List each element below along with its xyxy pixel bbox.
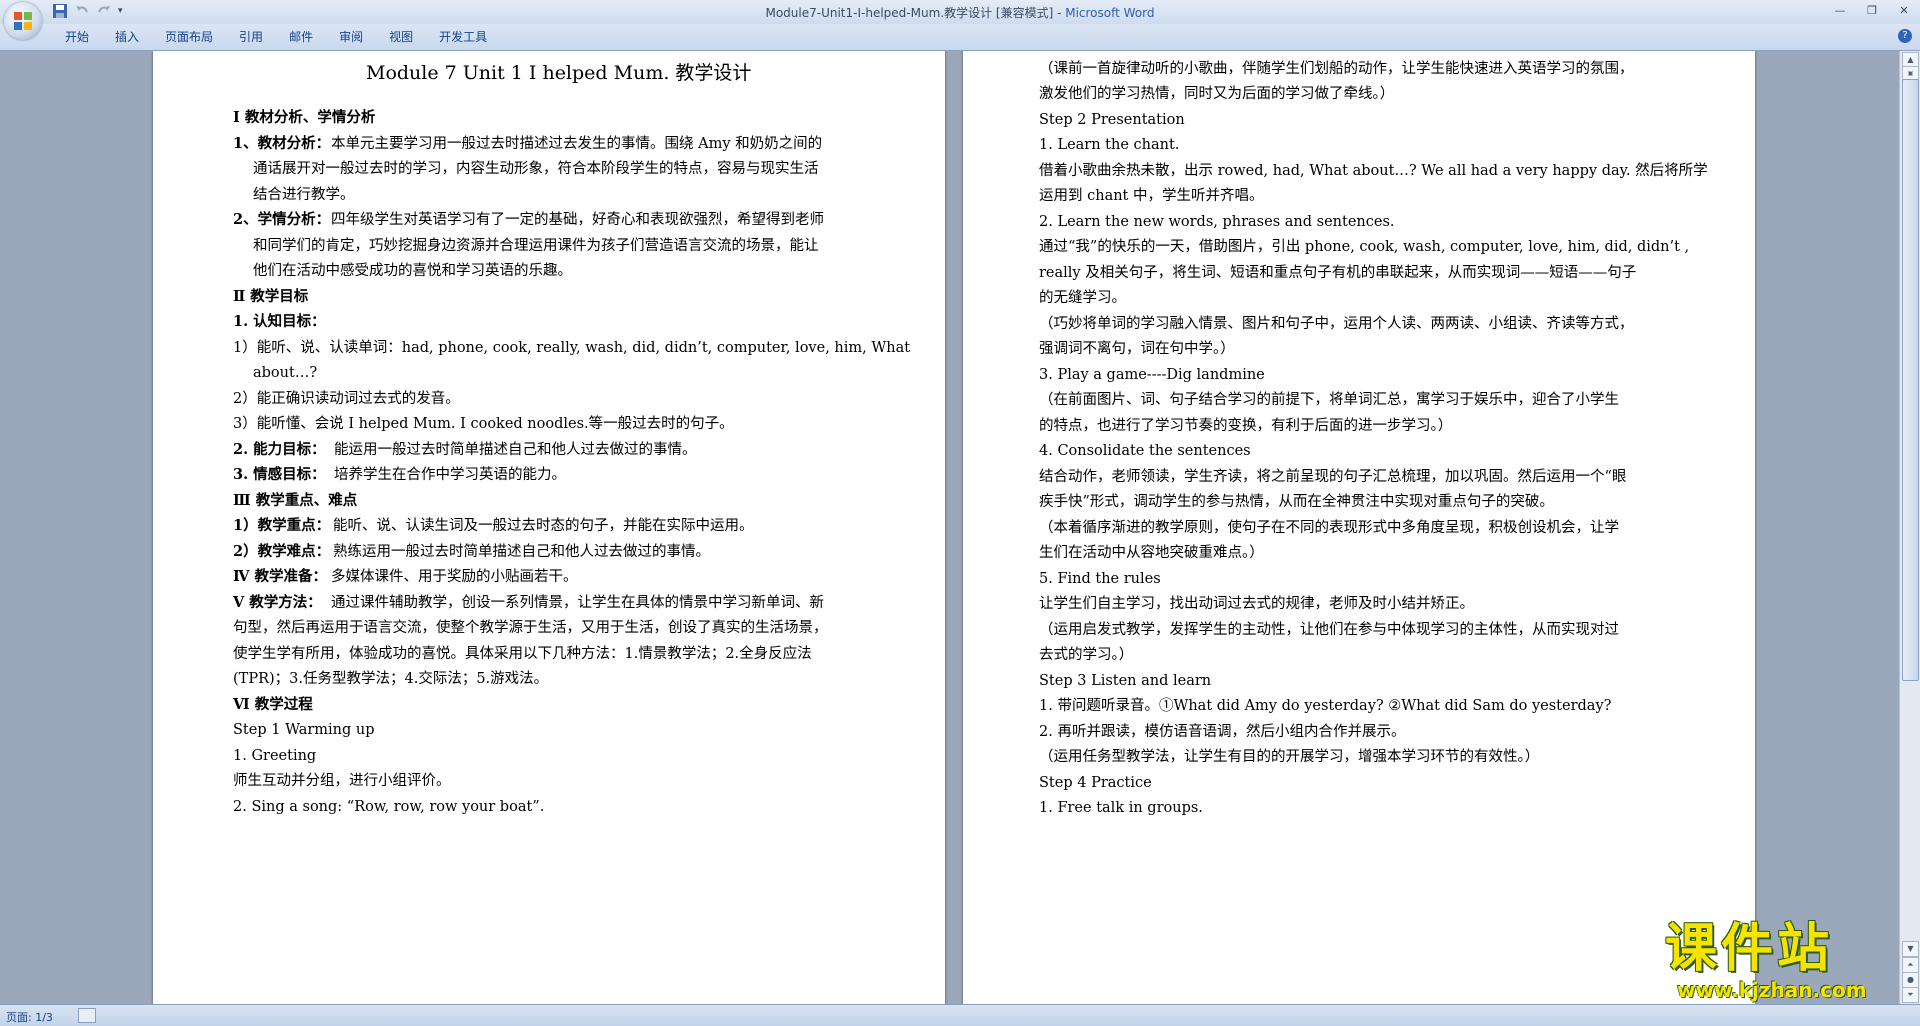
office-button[interactable]: [4, 2, 42, 40]
body-line: 能听、说、认读生词及一般过去时态的句子，并能在实际中运用。: [333, 518, 754, 534]
body-line: 疾手快”形式，调动学生的参与热情，从而在全神贯注中实现对重点句子的突破。: [1039, 494, 1554, 510]
restore-icon[interactable]: ❐: [1856, 0, 1888, 20]
body-line: （在前面图片、词、句子结合学习的前提下，将单词汇总，寓学习于娱乐中，迎合了小学生: [1039, 392, 1619, 408]
watermark-logo: 课件站 www.kjzhan.com: [1665, 919, 1905, 1002]
item-label: 2）教学难点：: [233, 543, 331, 560]
body-line: 通过“我”的快乐的一天，借助图片，引出 phone, cook, wash, c…: [1039, 239, 1690, 255]
body-line: （课前一首旋律动听的小歌曲，伴随学生们划船的动作，让学生能快速进入英语学习的氛围…: [1039, 61, 1634, 77]
document-name: Module7-Unit1-I-helped-Mum.教学设计 [兼容模式] -: [765, 6, 1066, 20]
step-heading: Step 3 Listen and learn: [1039, 673, 1212, 689]
section-heading: Ⅳ 教学准备：: [233, 568, 328, 585]
body-line: (TPR)；3.任务型教学法；4.交际法；5.游戏法。: [233, 671, 549, 687]
body-line: 2. Sing a song: “Row, row, row your boat…: [233, 799, 545, 815]
tab-references[interactable]: 引用: [226, 29, 276, 45]
body-line: 去式的学习。）: [1039, 647, 1134, 663]
tab-home[interactable]: 开始: [52, 29, 102, 45]
section-heading: Ⅴ 教学方法：: [233, 594, 322, 611]
body-line: 使学生学有所用，体验成功的喜悦。具体采用以下几种方法：1.情景教学法；2.全身反…: [233, 646, 812, 662]
tab-insert[interactable]: 插入: [102, 29, 152, 45]
body-line: 结合动作，老师领读，学生齐读，将之前呈现的句子汇总梳理，加以巩固。然后运用一个“…: [1039, 469, 1627, 485]
body-line: 4. Consolidate the sentences: [1039, 443, 1251, 459]
body-line: 2. 再听并跟读，模仿语音语调，然后小组内合作并展示。: [1039, 724, 1406, 740]
body-line: （巧妙将单词的学习融入情景、图片和句子中，运用个人读、两两读、小组读、齐读等方式…: [1039, 316, 1634, 332]
body-line: 强调词不离句，词在句中学。）: [1039, 341, 1235, 357]
tab-page-layout[interactable]: 页面布局: [152, 29, 226, 45]
body-line: about…?: [253, 365, 318, 381]
watermark-url: www.kjzhan.com: [1677, 978, 1867, 1002]
section-heading: Ⅲ 教学重点、难点: [233, 492, 358, 509]
body-line: 多媒体课件、用于奖励的小贴画若干。: [331, 569, 578, 585]
close-icon[interactable]: ✕: [1888, 0, 1920, 20]
body-line: 和同学们的肯定，巧妙挖掘身边资源并合理运用课件为孩子们营造语言交流的场景，能让: [253, 238, 819, 254]
body-line: 1. Learn the chant.: [1039, 137, 1180, 153]
item-label: 2. 能力目标：: [233, 441, 326, 458]
body-line: 激发他们的学习热情，同时又为后面的学习做了牵线。）: [1039, 86, 1395, 102]
body-line: 运用到 chant 中，学生听并齐唱。: [1039, 188, 1264, 204]
tab-mailings[interactable]: 邮件: [276, 29, 326, 45]
document-area[interactable]: Module 7 Unit 1 I helped Mum. 教学设计 Ⅰ 教材分析…: [0, 51, 1900, 1004]
body-line: 1. Free talk in groups.: [1039, 800, 1203, 816]
body-line: （运用启发式教学，发挥学生的主动性，让他们在参与中体现学习的主体性，从而实现对过: [1039, 622, 1619, 638]
body-line: 能运用一般过去时简单描述自己和他人过去做过的事情。: [334, 442, 697, 458]
body-line: 结合进行教学。: [253, 187, 355, 203]
item-label: 1. 认知目标：: [233, 313, 326, 330]
body-line: 1. Greeting: [233, 748, 317, 764]
step-heading: Step 1 Warming up: [233, 722, 375, 738]
step-heading: Step 2 Presentation: [1039, 112, 1185, 128]
tab-developer[interactable]: 开发工具: [426, 29, 500, 45]
ribbon-tab-bar: 开始 插入 页面布局 引用 邮件 审阅 视图 开发工具 ?: [0, 24, 1920, 51]
body-line: 借着小歌曲余热未散，出示 rowed, had, What about…? We…: [1039, 163, 1708, 179]
office-logo-icon: [14, 12, 32, 30]
body-line: 四年级学生对英语学习有了一定的基础，好奇心和表现欲强烈，希望得到老师: [331, 212, 824, 228]
section-heading: Ⅰ 教材分析、学情分析: [233, 109, 376, 126]
body-line: 1. 带问题听录音。①What did Amy do yesterday? ②W…: [1039, 698, 1612, 714]
watermark-text: 课件站: [1665, 919, 1834, 979]
body-line: 熟练运用一般过去时简单描述自己和他人过去做过的事情。: [333, 544, 710, 560]
page-indicator[interactable]: 页面: 1/3: [6, 1009, 53, 1025]
body-line: 生们在活动中从容地突破重难点。）: [1039, 545, 1264, 561]
window-controls: — ❐ ✕: [1824, 0, 1920, 20]
body-line: really 及相关句子，将生词、短语和重点句子有机的串联起来，从而实现词——短…: [1039, 265, 1637, 281]
section-heading: Ⅵ 教学过程: [233, 696, 313, 713]
body-line: （运用任务型教学法，让学生有目的的开展学习，增强本学习环节的有效性。）: [1039, 749, 1540, 765]
minimize-icon[interactable]: —: [1824, 0, 1856, 20]
body-line: 句型，然后再运用于语言交流，使整个教学源于生活，又用于生活，创设了真实的生活场景…: [233, 620, 828, 636]
item-label: 1、教材分析：: [233, 135, 331, 152]
window-title: Module7-Unit1-I-helped-Mum.教学设计 [兼容模式] -…: [0, 4, 1920, 21]
body-line: 5. Find the rules: [1039, 571, 1161, 587]
item-label: 1）教学重点：: [233, 517, 331, 534]
body-line: 本单元主要学习用一般过去时描述过去发生的事情。围绕 Amy 和奶奶之间的: [331, 136, 823, 152]
body-line: 1）能听、说、认读单词：had, phone, cook, really, wa…: [233, 340, 911, 356]
app-name: Microsoft Word: [1065, 6, 1155, 20]
body-line: 通过课件辅助教学，创设一系列情景，让学生在具体的情景中学习新单词、新: [331, 595, 824, 611]
body-line: 3）能听懂、会说 I helped Mum. I cooked noodles.…: [233, 416, 734, 432]
ribbon-tabs: 开始 插入 页面布局 引用 邮件 审阅 视图 开发工具: [52, 29, 500, 45]
body-line: 2. Learn the new words, phrases and sent…: [1039, 214, 1395, 230]
body-line: 通话展开对一般过去时的学习，内容生动形象，符合本阶段学生的特点，容易与现实生活: [253, 161, 819, 177]
body-line: 他们在活动中感受成功的喜悦和学习英语的乐趣。: [253, 263, 572, 279]
body-line: 培养学生在合作中学习英语的能力。: [334, 467, 566, 483]
body-line: 3. Play a game----Dig landmine: [1039, 367, 1265, 383]
body-line: 的特点，也进行了学习节奏的变换，有利于后面的进一步学习。）: [1039, 418, 1453, 434]
title-bar: ▾ Module7-Unit1-I-helped-Mum.教学设计 [兼容模式]…: [0, 0, 1920, 24]
scroll-thumb[interactable]: [1902, 79, 1919, 681]
document-page-1[interactable]: Module 7 Unit 1 I helped Mum. 教学设计 Ⅰ 教材分析…: [153, 51, 945, 1004]
body-line: 让学生们自主学习，找出动词过去式的规律，老师及时小结并矫正。: [1039, 596, 1474, 612]
status-bar: 页面: 1/3: [0, 1004, 1920, 1026]
tab-review[interactable]: 审阅: [326, 29, 376, 45]
item-label: 2、学情分析：: [233, 211, 331, 228]
body-line: 2）能正确识读动词过去式的发音。: [233, 391, 460, 407]
document-page-2[interactable]: （课前一首旋律动听的小歌曲，伴随学生们划船的动作，让学生能快速进入英语学习的氛围…: [963, 51, 1755, 1004]
document-title: Module 7 Unit 1 I helped Mum. 教学设计: [366, 62, 752, 84]
section-heading: Ⅱ 教学目标: [233, 288, 309, 305]
vertical-scrollbar[interactable]: ▲ ▣ ▼ ⏶ ● ⏷: [1899, 51, 1920, 1004]
body-line: （本着循序渐进的教学原则，使句子在不同的表现形式中多角度呈现，积极创设机会，让学: [1039, 520, 1619, 536]
body-line: 师生互动并分组，进行小组评价。: [233, 773, 451, 789]
proofing-status-icon[interactable]: [78, 1008, 96, 1023]
tab-view[interactable]: 视图: [376, 29, 426, 45]
step-heading: Step 4 Practice: [1039, 775, 1152, 791]
body-line: 的无缝学习。: [1039, 290, 1126, 306]
item-label: 3. 情感目标：: [233, 466, 326, 483]
help-icon[interactable]: ?: [1898, 29, 1912, 43]
